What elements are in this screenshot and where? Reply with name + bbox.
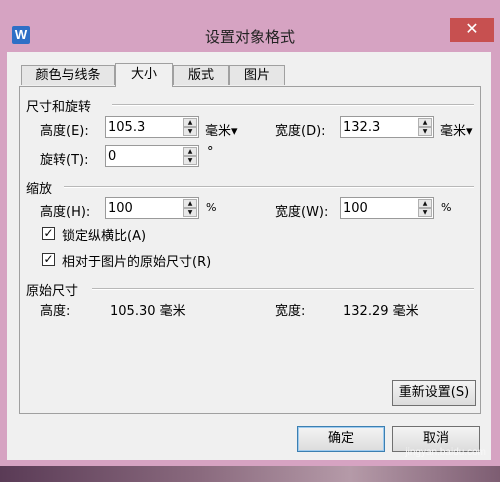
- scale-width-unit: %: [441, 201, 452, 214]
- tab-layout[interactable]: 版式: [173, 65, 229, 85]
- close-button[interactable]: ✕: [450, 18, 494, 42]
- section-divider: [112, 104, 474, 106]
- scale-height-spin-buttons: ▲ ▼: [183, 199, 197, 217]
- title-bar[interactable]: W 设置对象格式 ✕: [0, 0, 500, 46]
- height-input[interactable]: [108, 118, 180, 136]
- spin-up-icon[interactable]: ▲: [183, 118, 197, 127]
- rotate-spinbox: ▲ ▼: [105, 145, 199, 167]
- rotate-spin-buttons: ▲ ▼: [183, 147, 197, 165]
- scale-height-spinbox: ▲ ▼: [105, 197, 199, 219]
- original-height-label: 高度:: [40, 304, 71, 319]
- dialog-client-area: 颜色与线条 大小 版式 图片 尺寸和旋转 高度(E): ▲ ▼ 毫米▾ 宽度(D…: [7, 52, 491, 460]
- height-spin-buttons: ▲ ▼: [183, 118, 197, 136]
- scale-heading: 缩放: [26, 182, 53, 197]
- tab-color-line[interactable]: 颜色与线条: [21, 65, 115, 85]
- original-width-label: 宽度:: [275, 304, 306, 319]
- dialog-title: 设置对象格式: [204, 28, 295, 46]
- height-unit-dropdown[interactable]: 毫米▾: [205, 120, 238, 139]
- watermark-text: jingyan.baidu.com: [405, 447, 486, 458]
- spin-down-icon[interactable]: ▼: [418, 127, 432, 136]
- tab-size[interactable]: 大小: [115, 63, 173, 87]
- spin-down-icon[interactable]: ▼: [183, 156, 197, 165]
- spin-down-icon[interactable]: ▼: [183, 208, 197, 217]
- size-tab-panel: 尺寸和旋转 高度(E): ▲ ▼ 毫米▾ 宽度(D): ▲ ▼ 毫米▾ 旋转: [19, 86, 481, 414]
- size-rotate-heading: 尺寸和旋转: [26, 100, 92, 115]
- rotate-unit: °: [207, 145, 214, 160]
- width-label: 宽度(D):: [275, 124, 326, 139]
- close-icon: ✕: [465, 19, 479, 38]
- scale-width-input[interactable]: [343, 199, 415, 217]
- spin-up-icon[interactable]: ▲: [183, 147, 197, 156]
- width-spin-buttons: ▲ ▼: [418, 118, 432, 136]
- scale-height-unit: %: [206, 201, 217, 214]
- width-input[interactable]: [343, 118, 415, 136]
- height-spinbox: ▲ ▼: [105, 116, 199, 138]
- dialog-window: W 设置对象格式 ✕ 颜色与线条 大小 版式 图片 尺寸和旋转 高度(E): ▲…: [0, 0, 500, 466]
- reset-button[interactable]: 重新设置(S): [392, 380, 476, 406]
- original-size-heading: 原始尺寸: [26, 284, 79, 299]
- original-height-value: 105.30 毫米: [110, 304, 186, 319]
- section-divider: [64, 186, 474, 188]
- spin-up-icon[interactable]: ▲: [418, 118, 432, 127]
- tab-picture[interactable]: 图片: [229, 65, 285, 85]
- relative-size-label: 相对于图片的原始尺寸(R): [62, 255, 212, 270]
- rotate-label: 旋转(T):: [40, 153, 89, 168]
- spin-up-icon[interactable]: ▲: [183, 199, 197, 208]
- ok-button[interactable]: 确定: [297, 426, 385, 452]
- scale-height-label: 高度(H):: [40, 205, 91, 220]
- rotate-input[interactable]: [108, 147, 180, 165]
- width-unit-dropdown[interactable]: 毫米▾: [440, 120, 473, 139]
- scale-width-label: 宽度(W):: [275, 205, 329, 220]
- spin-up-icon[interactable]: ▲: [418, 199, 432, 208]
- width-spinbox: ▲ ▼: [340, 116, 434, 138]
- relative-size-checkbox[interactable]: ✓: [42, 253, 55, 266]
- scale-width-spin-buttons: ▲ ▼: [418, 199, 432, 217]
- height-label: 高度(E):: [40, 124, 89, 139]
- scale-height-input[interactable]: [108, 199, 180, 217]
- spin-down-icon[interactable]: ▼: [418, 208, 432, 217]
- lock-ratio-label: 锁定纵横比(A): [62, 229, 147, 244]
- lock-ratio-checkbox[interactable]: ✓: [42, 227, 55, 240]
- original-width-value: 132.29 毫米: [343, 304, 419, 319]
- scale-width-spinbox: ▲ ▼: [340, 197, 434, 219]
- spin-down-icon[interactable]: ▼: [183, 127, 197, 136]
- section-divider: [92, 288, 474, 290]
